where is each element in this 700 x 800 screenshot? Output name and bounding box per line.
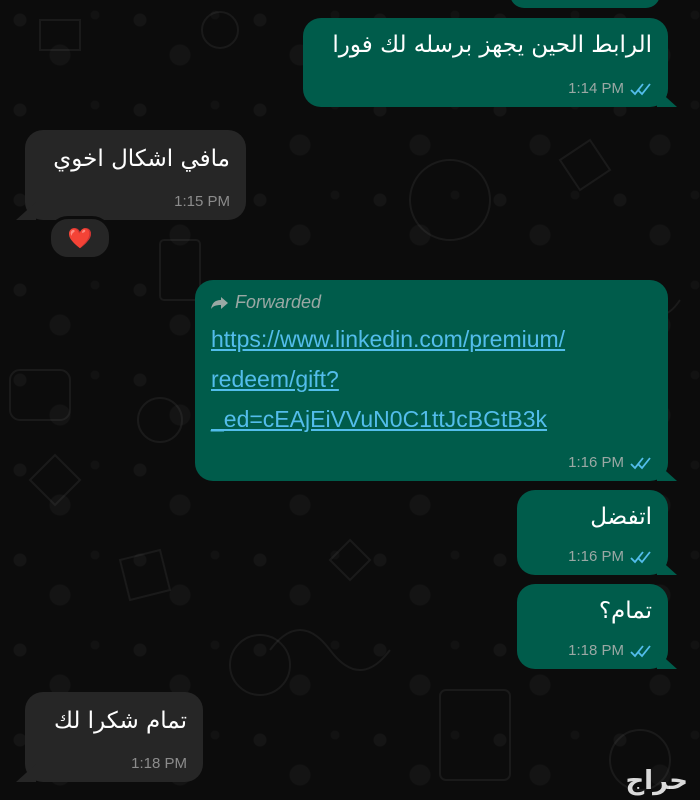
message-time: 1:14 PM	[568, 80, 624, 97]
message-text: الرابط الحين يجهز برسله لك فورا	[332, 32, 652, 58]
previous-message-bubble-edge	[510, 0, 660, 8]
double-check-icon	[630, 550, 651, 563]
double-check-icon	[630, 82, 651, 95]
double-check-icon	[630, 644, 651, 657]
chat-background: الرابط الحين يجهز برسله لك فورا 1:14 PM …	[0, 0, 700, 800]
watermark-logo: حراج	[625, 766, 688, 796]
message-text: مافي اشكال اخوي	[53, 146, 230, 172]
double-check-icon	[630, 456, 651, 469]
message-link-line[interactable]: _ed=cEAjEiVVuN0C1ttJcBGtB3k	[211, 399, 547, 439]
bubble-tail	[16, 764, 36, 782]
message-bubble-outgoing[interactable]: تمام؟ 1:18 PM	[517, 584, 677, 669]
message-link-line[interactable]: https://www.linkedin.com/premium/	[211, 319, 565, 359]
bubble-tail	[657, 651, 677, 669]
reaction-emoji: ❤️	[67, 226, 93, 250]
bubble-tail	[16, 202, 36, 220]
message-bubble-outgoing[interactable]: الرابط الحين يجهز برسله لك فورا 1:14 PM	[303, 18, 677, 107]
message-link-line[interactable]: redeem/gift?	[211, 359, 339, 399]
message-bubble-incoming[interactable]: تمام شكرا لك 1:18 PM	[16, 692, 203, 782]
heart-reaction-icon[interactable]: ❤️	[48, 216, 112, 260]
forwarded-text: Forwarded	[235, 292, 322, 312]
message-time: 1:18 PM	[131, 755, 187, 772]
bubble-tail	[657, 463, 677, 481]
message-text: اتفضل	[590, 504, 652, 530]
message-text: تمام شكرا لك	[53, 708, 187, 734]
message-bubble-outgoing[interactable]: اتفضل 1:16 PM	[517, 490, 677, 575]
message-time: 1:15 PM	[174, 193, 230, 210]
bubble-tail	[657, 557, 677, 575]
message-time: 1:16 PM	[568, 548, 624, 565]
bubble-tail	[657, 89, 677, 107]
message-bubble-incoming[interactable]: مافي اشكال اخوي 1:15 PM	[16, 130, 246, 220]
message-text: تمام؟	[598, 598, 652, 624]
forwarded-label: Forwarded	[211, 292, 321, 313]
message-time: 1:18 PM	[568, 642, 624, 659]
message-bubble-outgoing-forwarded[interactable]: Forwarded https://www.linkedin.com/premi…	[195, 280, 677, 481]
message-time: 1:16 PM	[568, 454, 624, 471]
forward-arrow-icon	[211, 296, 228, 309]
